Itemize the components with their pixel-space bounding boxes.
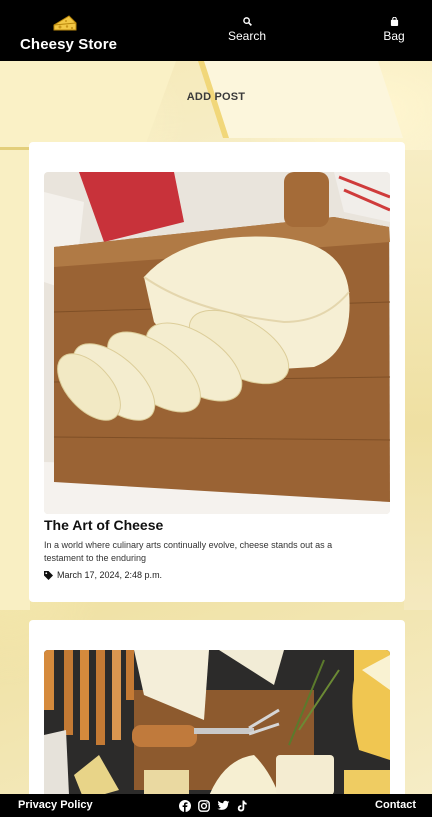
add-post-link[interactable]: ADD POST: [0, 91, 432, 103]
twitter-icon[interactable]: [217, 799, 230, 811]
social-links: [179, 799, 248, 812]
tiktok-icon[interactable]: [236, 799, 248, 812]
background-cheese: [404, 150, 432, 610]
post-date-text: March 17, 2024, 2:48 p.m.: [57, 570, 163, 580]
footer: Privacy Policy Contact: [0, 794, 432, 817]
post-card[interactable]: The Art of Cheese In a world where culin…: [29, 142, 405, 602]
tag-icon: [44, 570, 53, 580]
top-navbar: Cheesy Store Search Bag: [0, 0, 432, 61]
post-image[interactable]: [44, 650, 390, 810]
privacy-policy-link[interactable]: Privacy Policy: [18, 799, 93, 811]
post-card[interactable]: [29, 620, 405, 817]
post-title[interactable]: The Art of Cheese: [44, 517, 163, 533]
post-date: March 17, 2024, 2:48 p.m.: [44, 570, 162, 580]
post-excerpt: In a world where culinary arts continual…: [44, 540, 333, 563]
contact-link[interactable]: Contact: [375, 799, 416, 811]
nav-bag-label: Bag: [383, 29, 405, 43]
background-cheese: [0, 60, 177, 150]
bag-icon: [390, 17, 398, 26]
search-icon: [242, 17, 252, 26]
instagram-icon[interactable]: [198, 799, 210, 812]
nav-bag[interactable]: Bag: [380, 17, 408, 43]
post-image[interactable]: [44, 172, 390, 514]
background-cheese: [0, 150, 30, 610]
facebook-icon[interactable]: [179, 799, 191, 812]
brand-name: Cheesy Store: [20, 36, 118, 53]
nav-search-label: Search: [227, 29, 267, 43]
cheese-icon: [53, 14, 77, 31]
nav-search[interactable]: Search: [226, 17, 268, 43]
